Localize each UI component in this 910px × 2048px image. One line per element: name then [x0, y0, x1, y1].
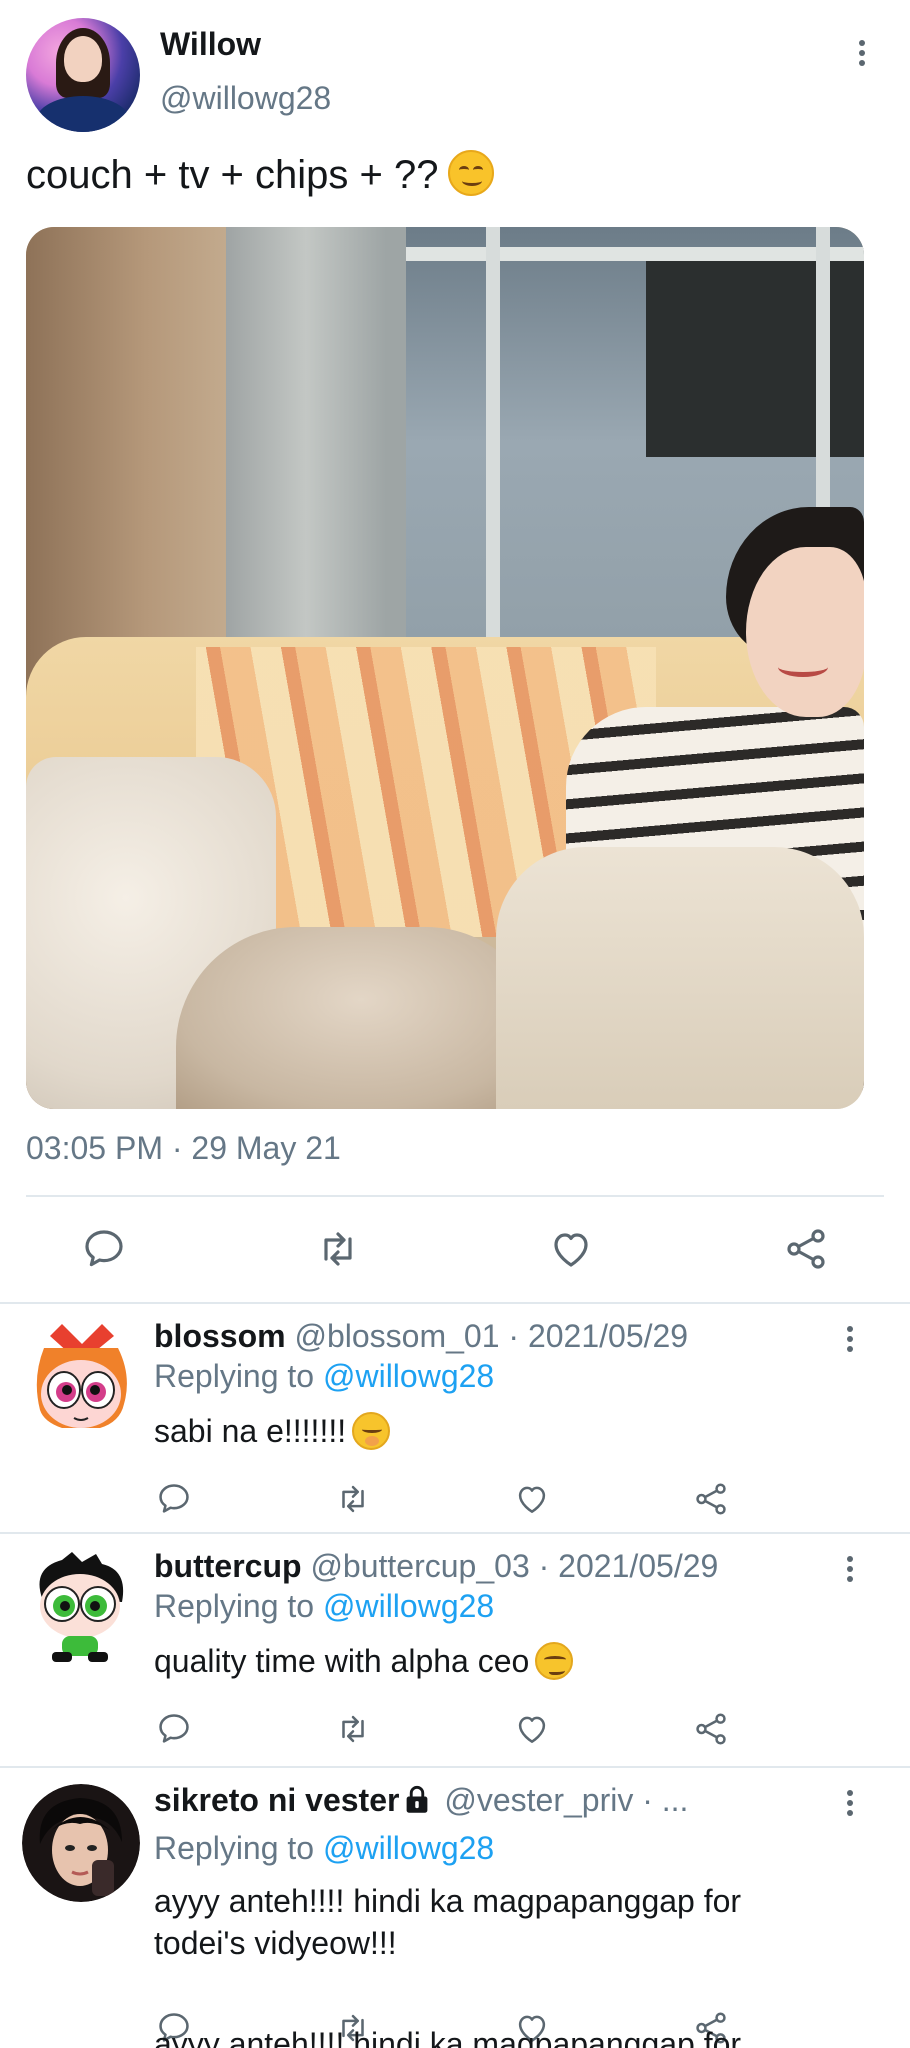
- author-name[interactable]: Willow: [160, 26, 261, 63]
- reply-header: buttercup @buttercup_03 · 2021/05/29: [154, 1548, 718, 1585]
- reply-author-name[interactable]: blossom: [154, 1318, 286, 1354]
- smirking-face-emoji-icon: [535, 1642, 574, 1680]
- author-handle[interactable]: @willowg28: [160, 80, 331, 117]
- reply-text: sabi na e!!!!!!!: [154, 1410, 391, 1452]
- reply-text-line: ayyy anteh!!!! hindi ka magpapanggap for: [154, 1883, 742, 1919]
- separator: · ...: [642, 1782, 689, 1818]
- reply-header: sikreto ni vester @vester_priv · ...: [154, 1782, 688, 1819]
- avatar[interactable]: [26, 18, 140, 132]
- separator: ·: [508, 1318, 520, 1354]
- reply-date: 2021/05/29: [527, 1318, 689, 1354]
- reply-icon[interactable]: [80, 1225, 128, 1273]
- replying-to: Replying to @willowg28: [154, 1358, 494, 1395]
- reply-icon[interactable]: [155, 1480, 193, 1518]
- replying-to-label: Replying to: [154, 1358, 315, 1394]
- replying-to: Replying to @willowg28: [154, 1588, 494, 1625]
- reply-item[interactable]: blossom @blossom_01 · 2021/05/29 Replyin…: [0, 1304, 910, 1532]
- separator: ·: [538, 1548, 550, 1584]
- reply-author-handle[interactable]: @blossom_01: [294, 1318, 499, 1354]
- divider: [26, 1195, 884, 1197]
- reply-author-handle[interactable]: @buttercup_03: [310, 1548, 529, 1584]
- reply-icon[interactable]: [155, 1710, 193, 1748]
- mention-link[interactable]: @willowg28: [323, 1358, 494, 1394]
- reply-author-handle[interactable]: @vester_priv: [444, 1782, 633, 1818]
- avatar[interactable]: [22, 1318, 140, 1436]
- more-options-icon[interactable]: [840, 1786, 860, 1826]
- tweet-timestamp: 03:05 PM · 29 May 21: [26, 1130, 341, 1166]
- reply-item[interactable]: buttercup @buttercup_03 · 2021/05/29 Rep…: [0, 1534, 910, 1766]
- reply-header: blossom @blossom_01 · 2021/05/29: [154, 1318, 688, 1355]
- mention-link[interactable]: @willowg28: [323, 1830, 494, 1866]
- hushed-face-emoji-icon: [352, 1412, 391, 1450]
- smiling-face-emoji-icon: [448, 150, 495, 196]
- tweet-text: couch + tv + chips + ??: [26, 150, 495, 198]
- avatar[interactable]: [22, 1784, 140, 1902]
- more-options-icon[interactable]: [840, 1322, 860, 1362]
- reply-text-content: sabi na e!!!!!!!: [154, 1413, 347, 1449]
- mention-link[interactable]: @willowg28: [323, 1588, 494, 1624]
- replying-to-label: Replying to: [154, 1588, 315, 1624]
- cutoff-next-reply-text: ayyy anteh!!!! hindi ka magpapanggap for: [154, 2026, 742, 2048]
- reply-author-name[interactable]: buttercup: [154, 1548, 302, 1584]
- share-icon[interactable]: [782, 1225, 830, 1273]
- main-tweet: Willow @willowg28 couch + tv + chips + ?…: [0, 0, 910, 1304]
- retweet-icon[interactable]: [334, 1480, 372, 1518]
- replying-to: Replying to @willowg28: [154, 1830, 494, 1867]
- like-icon[interactable]: [547, 1225, 595, 1273]
- avatar[interactable]: [22, 1548, 140, 1666]
- share-icon[interactable]: [692, 1480, 730, 1518]
- reply-author-name[interactable]: sikreto ni vester: [154, 1782, 399, 1818]
- tweet-photo[interactable]: [26, 227, 864, 1109]
- retweet-icon[interactable]: [314, 1225, 362, 1273]
- reply-text-content: quality time with alpha ceo: [154, 1643, 530, 1679]
- like-icon[interactable]: [513, 1710, 551, 1748]
- tweet-text-content: couch + tv + chips + ??: [26, 153, 439, 197]
- lock-icon: [407, 1785, 428, 1813]
- like-icon[interactable]: [513, 1480, 551, 1518]
- reply-text: ayyy anteh!!!! hindi ka magpapanggap for…: [154, 1880, 741, 1964]
- reply-date: 2021/05/29: [558, 1548, 719, 1584]
- reply-text: quality time with alpha ceo: [154, 1640, 574, 1682]
- replying-to-label: Replying to: [154, 1830, 315, 1866]
- more-options-icon[interactable]: [852, 36, 872, 76]
- more-options-icon[interactable]: [840, 1552, 860, 1592]
- reply-item[interactable]: sikreto ni vester @vester_priv · ... Rep…: [0, 1768, 910, 2048]
- reply-text-line: todei's vidyeow!!!: [154, 1925, 397, 1961]
- retweet-icon[interactable]: [334, 1710, 372, 1748]
- share-icon[interactable]: [692, 1710, 730, 1748]
